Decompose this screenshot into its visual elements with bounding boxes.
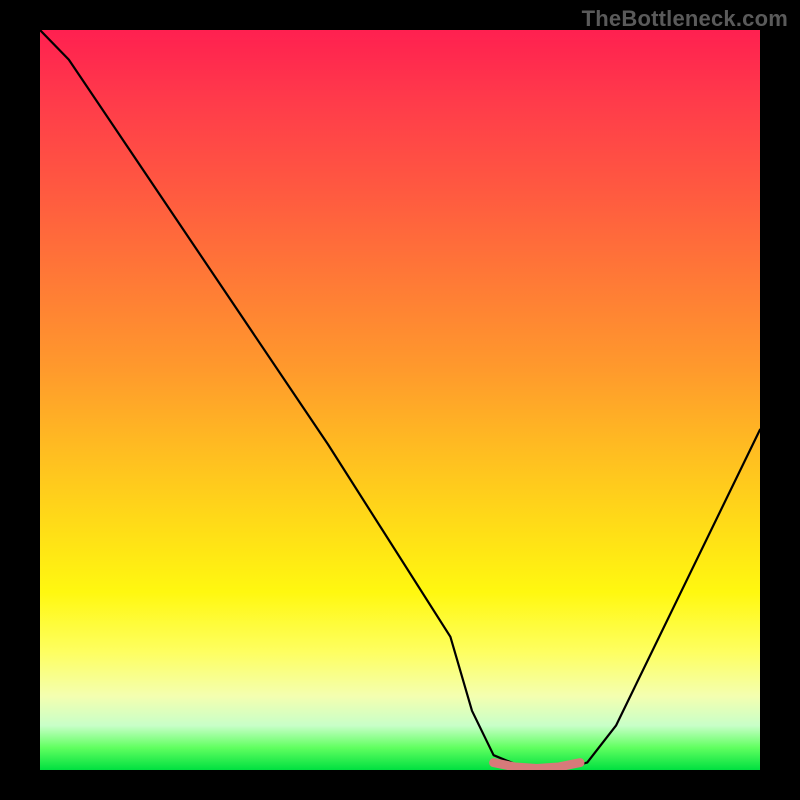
chart-svg-overlay <box>40 30 760 770</box>
watermark-text: TheBottleneck.com <box>582 6 788 32</box>
bottleneck-curve-path <box>40 30 760 770</box>
optimal-flat-segment-path <box>494 763 580 769</box>
chart-plot-area <box>40 30 760 770</box>
